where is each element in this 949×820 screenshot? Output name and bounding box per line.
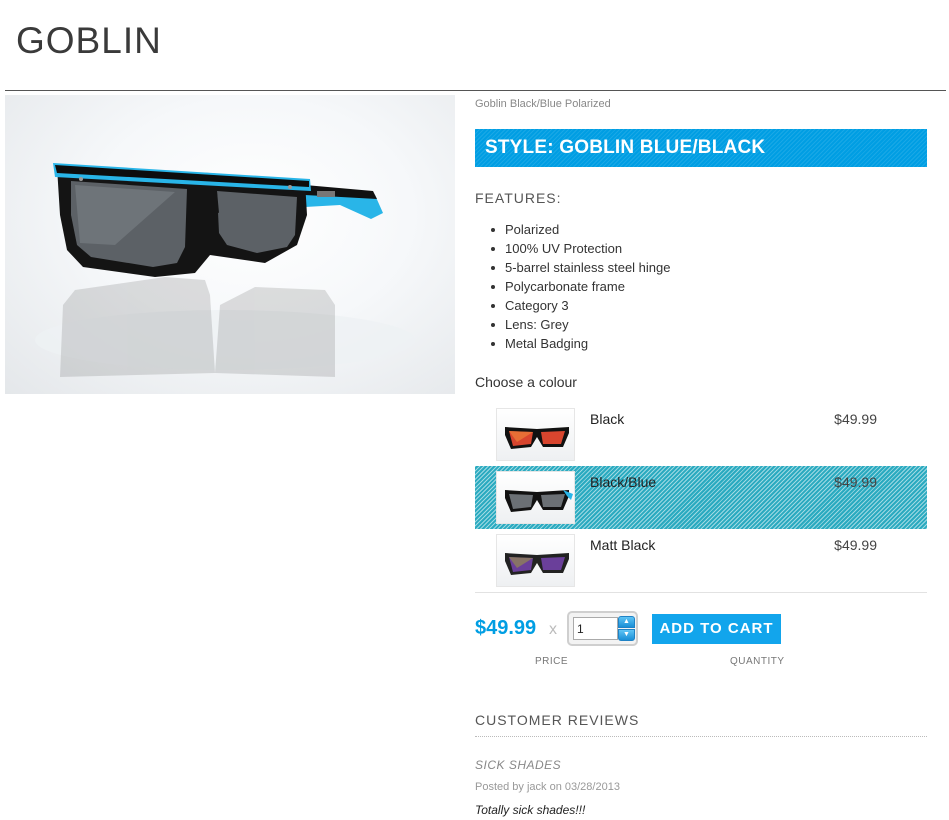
colour-name: Black [590, 411, 625, 427]
page-title: GOBLIN [16, 20, 162, 61]
reviews-heading: CUSTOMER REVIEWS [475, 712, 640, 728]
colour-option-black[interactable]: Black $49.99 [475, 403, 927, 466]
feature-item: 100% UV Protection [491, 239, 670, 258]
colour-name: Matt Black [590, 537, 656, 553]
features-list: Polarized 100% UV Protection 5-barrel st… [491, 220, 670, 353]
feature-item: Metal Badging [491, 334, 670, 353]
quantity-label: QUANTITY [730, 656, 785, 667]
features-heading: FEATURES: [475, 190, 562, 206]
feature-item: Polarized [491, 220, 670, 239]
product-image [5, 95, 455, 394]
price-label: PRICE [535, 656, 569, 667]
colour-list: Black $49.99 Black/Blue $49.99 Matt Blac… [475, 403, 927, 592]
feature-item: Lens: Grey [491, 315, 670, 334]
feature-item: Category 3 [491, 296, 670, 315]
colour-price: $49.99 [834, 411, 877, 427]
product-subtitle: Goblin Black/Blue Polarized [475, 98, 611, 110]
colour-thumbnail [496, 408, 575, 461]
add-to-cart-button[interactable]: ADD TO CART [652, 614, 781, 644]
colour-option-matt-black[interactable]: Matt Black $49.99 [475, 529, 927, 592]
colour-list-divider [475, 592, 927, 593]
colour-thumbnail [496, 534, 575, 587]
quantity-stepper: ▲ ▼ [567, 611, 638, 646]
colour-option-black-blue[interactable]: Black/Blue $49.99 [475, 466, 927, 529]
feature-item: Polycarbonate frame [491, 277, 670, 296]
colour-thumbnail [496, 471, 575, 524]
colour-name: Black/Blue [590, 474, 657, 490]
decrement-arrow-icon[interactable]: ▼ [618, 629, 635, 641]
multiply-sign: x [549, 621, 557, 638]
quantity-input[interactable] [573, 617, 618, 640]
review-meta: Posted by jack on 03/28/2013 [475, 781, 620, 793]
feature-item: 5-barrel stainless steel hinge [491, 258, 670, 277]
colour-price: $49.99 [834, 474, 877, 490]
colour-price: $49.99 [834, 537, 877, 553]
title-divider [5, 90, 946, 91]
choose-colour-heading: Choose a colour [475, 374, 577, 390]
current-price: $49.99 [475, 617, 537, 639]
review-title: SICK SHADES [475, 758, 562, 772]
increment-arrow-icon[interactable]: ▲ [618, 616, 635, 628]
style-banner: STYLE: GOBLIN BLUE/BLACK [475, 129, 927, 167]
reviews-divider [475, 736, 927, 737]
review-body: Totally sick shades!!! [475, 803, 586, 817]
